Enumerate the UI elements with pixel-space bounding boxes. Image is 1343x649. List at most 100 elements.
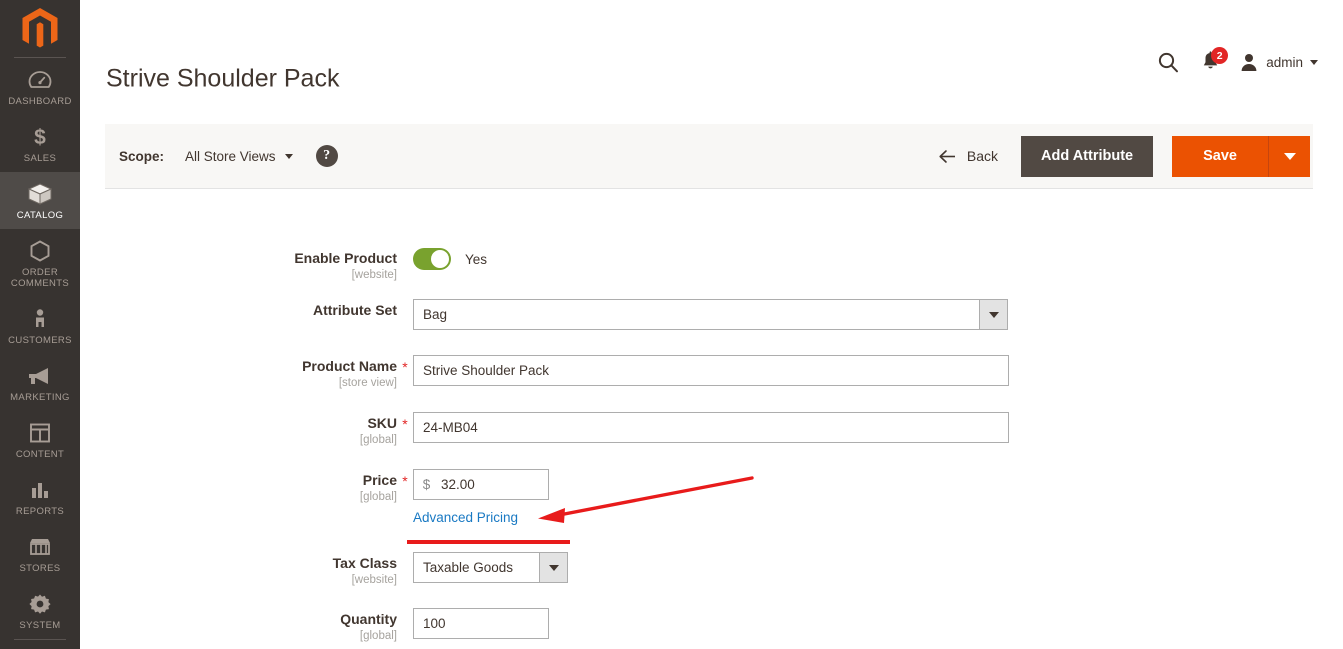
save-options-toggle[interactable] (1268, 135, 1310, 177)
enable-product-toggle-row: Yes (413, 247, 487, 270)
field-label-text: Quantity (340, 611, 397, 627)
box-icon (2, 181, 78, 207)
help-icon[interactable]: ? (315, 145, 338, 167)
field-scope-text: [global] (359, 630, 397, 642)
field-label-text: SKU (367, 415, 397, 431)
sidebar-item-label: SYSTEM (19, 620, 61, 631)
field-label: Price [global] (287, 469, 397, 505)
sidebar-item-sales[interactable]: $ SALES (0, 115, 80, 172)
sidebar-item-label: MARKETING (10, 392, 70, 403)
dashboard-icon (2, 67, 78, 93)
dollar-icon: $ (2, 124, 78, 150)
field-control (413, 355, 1009, 386)
back-button[interactable]: Back (938, 148, 998, 164)
storefront-icon (2, 534, 78, 560)
field-quantity: Quantity [global] (287, 608, 549, 644)
scope-block: Scope: All Store Views ? (119, 145, 338, 167)
sidebar-item-dashboard[interactable]: DASHBOARD (0, 58, 80, 115)
field-tax-class: Tax Class [website] Taxable Goods (287, 552, 568, 588)
toolbar-actions: Back Add Attribute Save (938, 135, 1310, 177)
page-title: Strive Shoulder Pack (106, 64, 340, 93)
chevron-down-icon (284, 153, 293, 159)
sidebar-item-customers[interactable]: CUSTOMERS (0, 297, 80, 354)
sidebar-item-stores[interactable]: STORES (0, 525, 80, 582)
tax-class-value: Taxable Goods (413, 552, 539, 583)
sidebar-item-label: CUSTOMERS (8, 335, 72, 346)
back-label: Back (966, 148, 999, 164)
field-scope-text: [global] (359, 491, 397, 503)
sidebar-item-extensions[interactable] (0, 640, 80, 649)
chevron-down-icon (548, 564, 559, 571)
field-scope-text: [website] (351, 269, 397, 281)
sku-input[interactable] (413, 412, 1009, 443)
required-asterisk: * (402, 473, 408, 489)
magento-logo-icon (22, 7, 58, 47)
field-label-text: Enable Product (294, 250, 397, 266)
enable-product-toggle[interactable] (413, 248, 451, 270)
scope-value: All Store Views (185, 148, 276, 164)
scope-switcher[interactable]: All Store Views (185, 149, 293, 164)
field-label: Product Name [store view] (287, 355, 397, 391)
field-product-name: Product Name [store view] * (287, 355, 1009, 391)
scope-label: Scope: (119, 148, 165, 164)
arrow-left-icon (939, 149, 955, 163)
sidebar-item-content[interactable]: CONTENT (0, 411, 80, 468)
field-label: Tax Class [website] (287, 552, 397, 588)
header-tools: 2 admin (1147, 45, 1320, 79)
account-menu[interactable]: admin (1231, 52, 1320, 72)
bar-chart-icon (2, 477, 78, 503)
required-asterisk: * (402, 416, 408, 432)
field-control: $ Advanced Pricing (413, 469, 549, 527)
add-attribute-button[interactable]: Add Attribute (1021, 135, 1154, 177)
page-toolbar: Scope: All Store Views ? Back Add Attrib… (105, 124, 1313, 189)
sidebar-item-system[interactable]: SYSTEM (0, 582, 80, 639)
notifications-button[interactable]: 2 (1189, 45, 1231, 79)
field-control (413, 412, 1009, 443)
sidebar-item-label: ORDER COMMENTS (10, 267, 70, 289)
search-icon[interactable] (1147, 45, 1189, 79)
hexagon-icon (2, 238, 78, 264)
chevron-down-icon (1283, 152, 1296, 160)
field-label: Enable Product [website] (287, 247, 397, 283)
save-button[interactable]: Save (1172, 135, 1268, 177)
advanced-pricing-link[interactable]: Advanced Pricing (413, 510, 518, 525)
magento-logo[interactable] (0, 0, 80, 57)
field-scope-text: [store view] (338, 377, 397, 389)
chevron-down-icon (988, 311, 999, 318)
field-label: Attribute Set (287, 299, 397, 319)
sidebar-item-label: SALES (23, 153, 57, 164)
sidebar-item-marketing[interactable]: MARKETING (0, 354, 80, 411)
product-name-input[interactable] (413, 355, 1009, 386)
tax-class-select[interactable]: Taxable Goods (413, 552, 568, 583)
field-price: Price [global] * $ Advanced Pricing (287, 469, 549, 527)
svg-text:$: $ (34, 126, 46, 149)
field-label-text: Tax Class (332, 555, 397, 571)
sidebar-item-catalog[interactable]: CATALOG (0, 172, 80, 229)
attribute-set-dropdown-arrow[interactable] (979, 299, 1008, 330)
product-form: Enable Product [website] Yes Attribute S… (80, 189, 1343, 649)
toggle-knob (430, 249, 450, 269)
field-control: Yes (413, 247, 487, 270)
sidebar-item-order-comments[interactable]: ORDER COMMENTS (0, 229, 80, 297)
attribute-set-value: Bag (413, 299, 979, 330)
field-label-text: Product Name (302, 358, 397, 374)
field-control: Bag (413, 299, 1008, 330)
price-input[interactable] (439, 470, 548, 499)
user-avatar-icon (1241, 54, 1257, 71)
sidebar-item-label: CATALOG (16, 210, 64, 221)
field-scope-text: [website] (351, 574, 397, 586)
field-attribute-set: Attribute Set Bag (287, 299, 1008, 330)
field-control: Taxable Goods (413, 552, 568, 583)
main-sidebar: DASHBOARD $ SALES CATALOG ORDER COMMENTS (0, 0, 80, 649)
currency-symbol: $ (422, 477, 431, 492)
sidebar-item-label: DASHBOARD (8, 96, 72, 107)
attribute-set-select[interactable]: Bag (413, 299, 1008, 330)
notifications-count-badge: 2 (1211, 47, 1229, 64)
price-input-group: $ (413, 469, 549, 500)
field-label: SKU [global] (287, 412, 397, 448)
magento-admin-product-page: DASHBOARD $ SALES CATALOG ORDER COMMENTS (0, 0, 1343, 649)
sidebar-item-reports[interactable]: REPORTS (0, 468, 80, 525)
quantity-input[interactable] (413, 608, 549, 639)
tax-class-dropdown-arrow[interactable] (539, 552, 568, 583)
sidebar-item-label: CONTENT (15, 449, 65, 460)
